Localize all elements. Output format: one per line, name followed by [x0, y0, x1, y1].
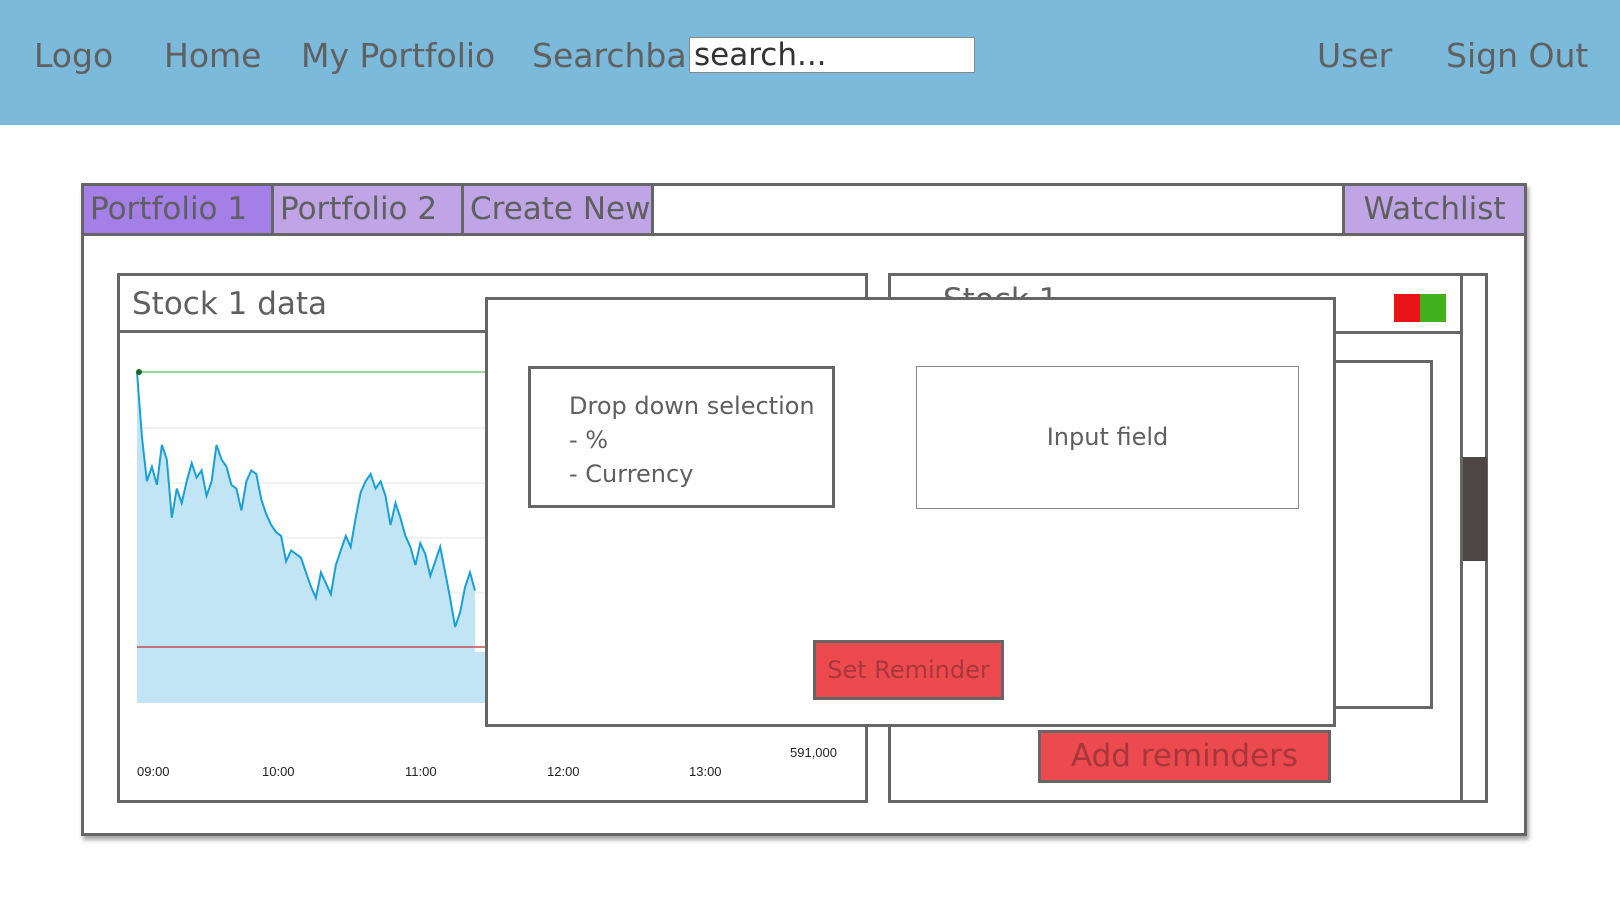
chart-x-ticks: 09:00 10:00 11:00 12:00 13:00 [137, 764, 722, 779]
chart-x-tick-label: 13:00 [689, 764, 722, 779]
portfolio-tabs: Portfolio 1 Portfolio 2 Create New Watch… [84, 186, 1524, 236]
chart-x-tick-label: 10:00 [262, 764, 295, 779]
nav-user-link[interactable]: User [1317, 34, 1392, 78]
dropdown-title: Drop down selection [569, 392, 815, 420]
logo[interactable]: Logo [34, 34, 113, 78]
dropdown-option-percent[interactable]: - % [569, 423, 832, 457]
chart-x-tick-label: 12:00 [547, 764, 580, 779]
search-input[interactable] [689, 37, 975, 73]
stock-detail-content [1333, 360, 1433, 709]
chart-x-tick-label: 11:00 [405, 764, 437, 779]
nav-home-link[interactable]: Home [164, 34, 261, 78]
nav-my-portfolio-link[interactable]: My Portfolio [301, 34, 495, 78]
tab-create-new[interactable]: Create New [464, 186, 654, 236]
reminder-modal: Drop down selection - % - Currency Input… [485, 297, 1336, 727]
chart-start-marker [136, 369, 142, 375]
searchbar-label: Searchbar [532, 36, 701, 75]
top-navigation-bar: Logo Home My Portfolio Searchbar User Si… [0, 0, 1620, 125]
scrollbar-thumb[interactable] [1463, 457, 1487, 561]
dropdown-option-currency[interactable]: - Currency [569, 457, 832, 491]
tab-watchlist[interactable]: Watchlist [1342, 186, 1524, 236]
reminder-type-dropdown[interactable]: Drop down selection - % - Currency [528, 366, 835, 508]
red-status-swatch[interactable] [1394, 294, 1420, 322]
reminder-value-input[interactable]: Input field [916, 366, 1299, 509]
green-status-swatch[interactable] [1420, 294, 1446, 322]
add-reminders-button[interactable]: Add reminders [1038, 730, 1331, 783]
sign-out-link[interactable]: Sign Out [1446, 34, 1588, 78]
chart-volume-label: 591,000 [790, 745, 837, 760]
tab-portfolio-2[interactable]: Portfolio 2 [274, 186, 464, 236]
chart-x-tick-label: 09:00 [137, 764, 170, 779]
set-reminder-button[interactable]: Set Reminder [813, 640, 1004, 700]
tab-portfolio-1[interactable]: Portfolio 1 [84, 186, 274, 236]
